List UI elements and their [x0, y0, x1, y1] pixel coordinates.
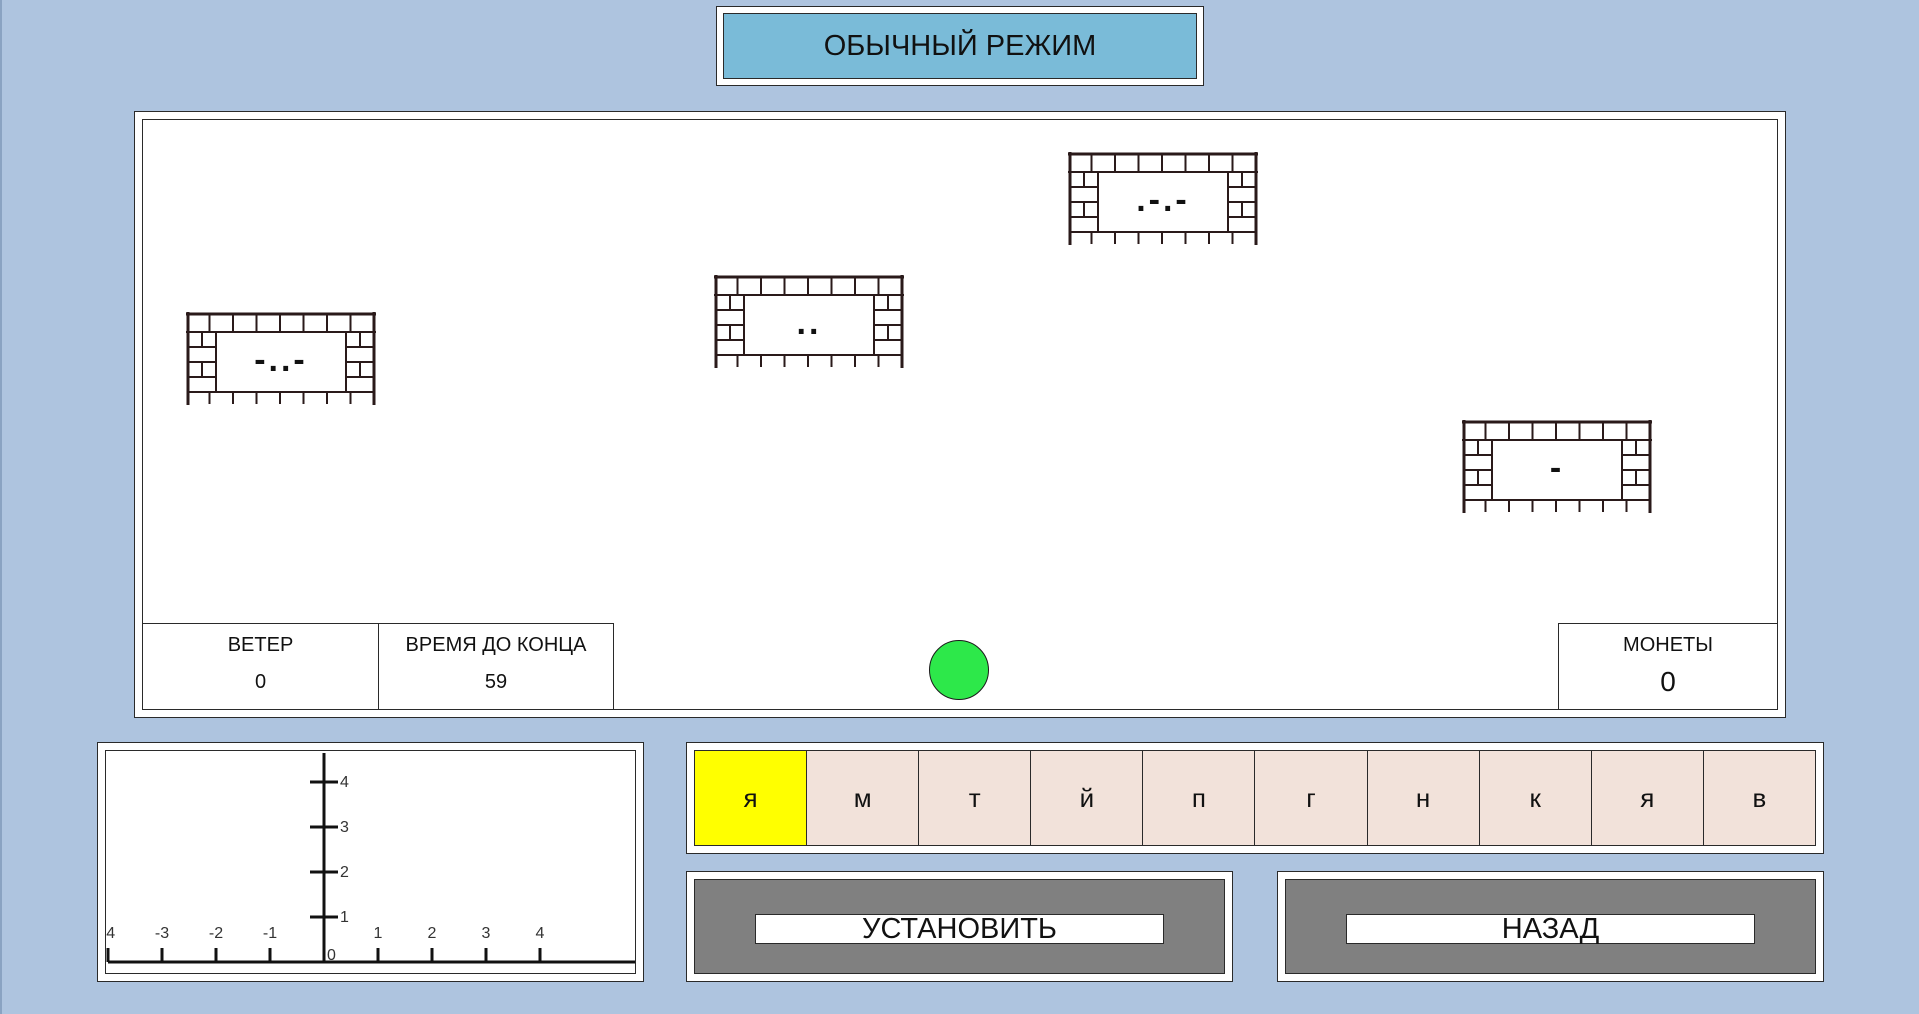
target-code: -..-	[254, 340, 308, 379]
x-tick-label: -4	[106, 925, 115, 942]
letter-cell[interactable]: п	[1143, 751, 1256, 845]
coins-value: 0	[1660, 666, 1676, 697]
target-code: -	[1549, 448, 1565, 487]
target-wall[interactable]: -..-	[186, 312, 376, 405]
mode-title: ОБЫЧНЫЙ РЕЖИМ	[723, 13, 1197, 79]
time-panel: ВРЕМЯ ДО КОНЦА 59	[378, 623, 614, 710]
ball[interactable]	[929, 640, 989, 700]
game-field[interactable]	[142, 119, 1778, 710]
letter-cell[interactable]: т	[919, 751, 1032, 845]
x-tick-label: 3	[482, 925, 491, 942]
x-tick-label: 0	[327, 947, 336, 964]
letter-cell[interactable]: н	[1367, 751, 1480, 845]
y-tick-label: 3	[340, 819, 349, 836]
letter-cell[interactable]: в	[1703, 751, 1815, 845]
x-tick-label: 1	[374, 925, 383, 942]
set-button-frame: УСТАНОВИТЬ	[686, 871, 1233, 982]
letter-cell[interactable]: я	[1591, 751, 1704, 845]
axes-chart: -4 -3 -2 -1 0 1 2 3 4 1 2 3 4	[101, 753, 635, 964]
x-tick-label: -2	[209, 925, 223, 942]
wind-value: 0	[254, 671, 267, 693]
target-wall[interactable]: ..	[714, 275, 904, 368]
coins-panel: МОНЕТЫ 0	[1558, 623, 1778, 710]
wind-label: ВЕТЕР	[227, 634, 294, 656]
y-tick-label: 4	[340, 774, 349, 791]
time-label: ВРЕМЯ ДО КОНЦА	[405, 634, 587, 656]
y-tick-label: 1	[340, 909, 349, 926]
target-code: .-.-	[1136, 180, 1190, 219]
x-tick-label: 4	[536, 925, 545, 942]
x-tick-label: -3	[155, 925, 169, 942]
x-tick-label: -1	[263, 925, 277, 942]
letter-cell[interactable]: м	[807, 751, 920, 845]
letter-cell[interactable]: к	[1479, 751, 1592, 845]
y-tick-label: 2	[340, 864, 349, 881]
back-button-frame: НАЗАД	[1277, 871, 1824, 982]
letters-row: ямтйпгнкяв	[694, 750, 1816, 846]
letters-panel: ямтйпгнкяв	[686, 742, 1824, 854]
wind-panel: ВЕТЕР 0	[142, 623, 379, 710]
target-code: ..	[796, 303, 822, 342]
title-panel: ОБЫЧНЫЙ РЕЖИМ	[716, 6, 1204, 86]
back-button[interactable]: НАЗАД	[1285, 879, 1816, 974]
back-button-label: НАЗАД	[1346, 913, 1755, 945]
time-value: 59	[484, 671, 508, 693]
x-tick-label: 2	[428, 925, 437, 942]
letter-cell[interactable]: г	[1255, 751, 1368, 845]
target-wall[interactable]: .-.-	[1068, 152, 1258, 245]
set-button[interactable]: УСТАНОВИТЬ	[694, 879, 1225, 974]
letter-cell[interactable]: я	[695, 751, 808, 845]
target-wall[interactable]: -	[1462, 420, 1652, 513]
set-button-label: УСТАНОВИТЬ	[755, 913, 1164, 945]
aim-axes[interactable]: -4 -3 -2 -1 0 1 2 3 4 1 2 3 4	[101, 750, 636, 974]
aim-axes-panel: -4 -3 -2 -1 0 1 2 3 4 1 2 3 4	[97, 742, 644, 982]
coins-label: МОНЕТЫ	[1623, 634, 1713, 656]
letter-cell[interactable]: й	[1031, 751, 1144, 845]
